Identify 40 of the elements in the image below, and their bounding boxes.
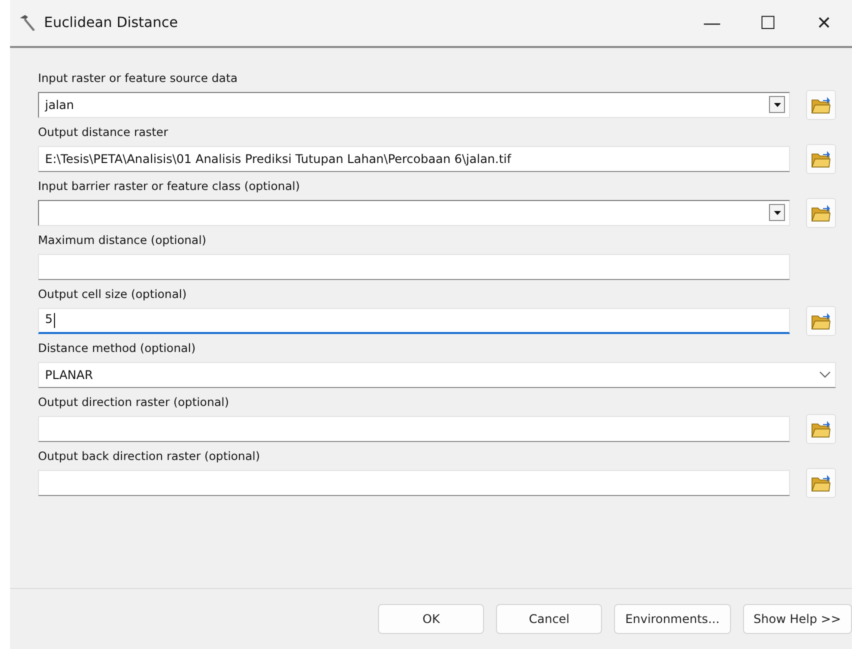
browse-button[interactable] [806, 144, 836, 174]
folder-icon [811, 312, 831, 330]
window-title: Euclidean Distance [44, 15, 179, 31]
field-label: Input barrier raster or feature class (optional) [38, 178, 301, 194]
browse-button[interactable] [806, 468, 836, 498]
browse-button[interactable] [806, 198, 836, 228]
dropdown-field[interactable] [38, 200, 790, 226]
dialog-button[interactable]: Cancel [496, 604, 602, 634]
field-label: Input raster or feature source data [38, 70, 239, 86]
field-label: Distance method (optional) [38, 340, 197, 356]
browse-button[interactable] [806, 414, 836, 444]
field-label: Output distance raster [38, 124, 170, 140]
input-field[interactable]: 5 [38, 308, 790, 334]
folder-icon [811, 204, 831, 222]
input-field[interactable]: E:\Tesis\PETA\Analisis\01 Analisis Prediksi Tutupan Lahan\Percobaan 6\jalan.tif [38, 146, 790, 172]
folder-icon [811, 96, 831, 114]
folder-icon [811, 420, 831, 438]
dialog-button[interactable]: Show Help >> [742, 604, 852, 634]
dropdown-arrow-icon [774, 210, 780, 214]
maximize-button[interactable]: ☐ [740, 12, 796, 34]
dropdown-field[interactable]: PLANAR [38, 362, 836, 388]
browse-button[interactable] [806, 306, 836, 336]
input-field[interactable] [38, 416, 790, 442]
close-button[interactable]: ✕ [796, 12, 852, 34]
folder-icon [811, 150, 831, 168]
input-field[interactable] [38, 254, 790, 280]
chevron-down-icon [819, 371, 831, 378]
dropdown-arrow-icon [774, 102, 780, 106]
minimize-button[interactable]: — [684, 12, 740, 34]
dropdown-field[interactable]: jalan [38, 92, 790, 118]
hammer-icon [18, 13, 38, 33]
browse-button[interactable] [806, 90, 836, 120]
dialog-button[interactable]: OK [378, 604, 484, 634]
field-label: Output back direction raster (optional) [38, 448, 261, 464]
dialog-button[interactable]: Environments... [614, 604, 731, 634]
field-label: Output cell size (optional) [38, 286, 188, 302]
field-label: Output direction raster (optional) [38, 394, 230, 410]
input-field[interactable] [38, 470, 790, 496]
field-label: Maximum distance (optional) [38, 232, 208, 248]
folder-icon [811, 474, 831, 492]
